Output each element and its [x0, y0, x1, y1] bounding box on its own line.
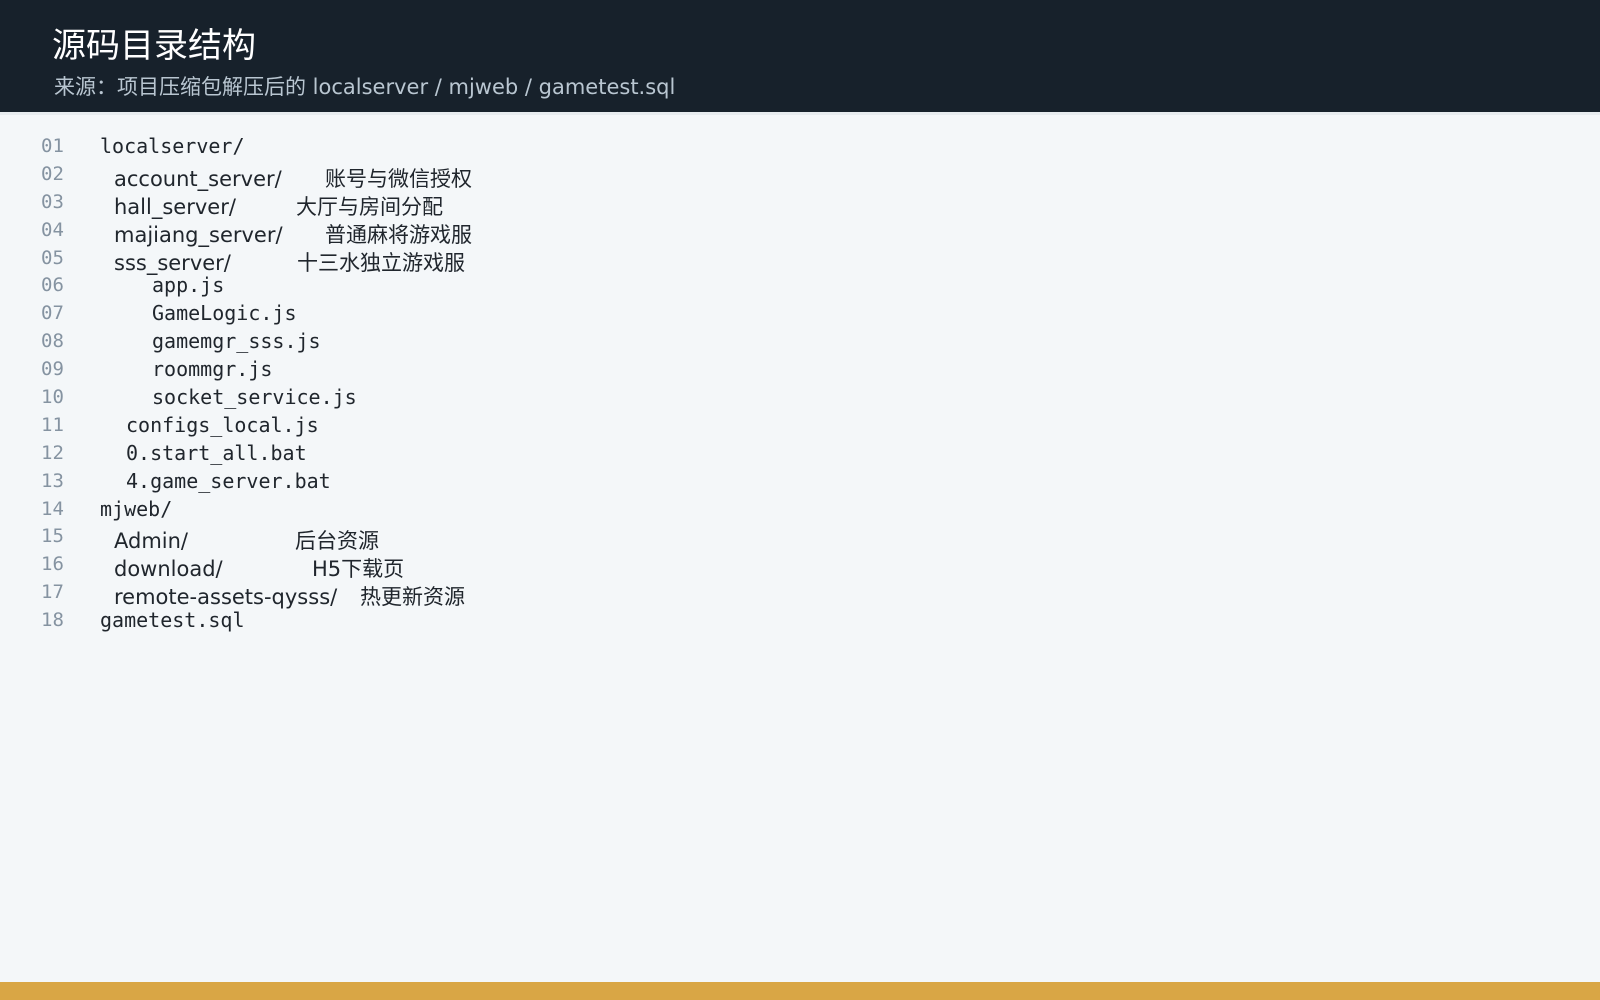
tree-row: 06 app.js	[0, 272, 1600, 300]
tree-row: 05 sss_server/ 十三水独立游戏服	[0, 245, 1600, 275]
page-subtitle: 来源：项目压缩包解压后的 localserver / mjweb / gamet…	[54, 75, 676, 99]
tree-row: 04 majiang_server/ 普通麻将游戏服	[0, 217, 1600, 247]
directory-tree: 01 localserver/ 02 account_server/ 账号与微信…	[0, 133, 1600, 635]
tree-row: 07 GameLogic.js	[0, 300, 1600, 328]
tree-row: 09 roommgr.js	[0, 356, 1600, 384]
tree-row: 08 gamemgr_sss.js	[0, 328, 1600, 356]
line-number: 04	[41, 218, 64, 241]
file-app-js: app.js	[152, 273, 225, 298]
file-roommgr-js: roommgr.js	[152, 357, 273, 382]
header-divider	[0, 112, 1600, 115]
line-number: 06	[41, 274, 64, 297]
page-header: 源码目录结构 来源：项目压缩包解压后的 localserver / mjweb …	[0, 0, 1600, 112]
line-number: 12	[41, 441, 64, 464]
tree-row: 15 Admin/ 后台资源	[0, 523, 1600, 553]
tree-row: 02 account_server/ 账号与微信授权	[0, 161, 1600, 191]
line-number: 09	[41, 358, 64, 381]
file-start-all-bat: 0.start_all.bat	[126, 440, 307, 465]
line-number: 08	[41, 330, 64, 353]
file-configs-local-js: configs_local.js	[126, 412, 319, 437]
file-gamemgr-sss-js: gamemgr_sss.js	[152, 329, 321, 354]
tree-row: 17 remote-assets-qysss/ 热更新资源	[0, 579, 1600, 609]
file-gamelogic-js: GameLogic.js	[152, 301, 297, 326]
line-number: 11	[41, 413, 64, 436]
tree-row: 14 mjweb/	[0, 496, 1600, 524]
tree-row: 18 gametest.sql	[0, 607, 1600, 635]
file-game-server-bat: 4.game_server.bat	[126, 468, 331, 493]
line-number: 01	[41, 135, 64, 157]
accent-footer-bar	[0, 982, 1600, 1000]
line-number: 13	[41, 469, 64, 492]
tree-row: 03 hall_server/ 大厅与房间分配	[0, 189, 1600, 219]
tree-row: 16 download/ H5下载页	[0, 551, 1600, 581]
tree-row: 11 configs_local.js	[0, 412, 1600, 440]
line-number: 10	[41, 386, 64, 409]
tree-row: 12 0.start_all.bat	[0, 440, 1600, 468]
file-gametest-sql: gametest.sql	[100, 608, 245, 633]
line-number: 05	[41, 246, 64, 269]
line-number: 14	[41, 497, 64, 520]
tree-row: 10 socket_service.js	[0, 384, 1600, 412]
line-number: 02	[41, 162, 64, 185]
tree-row: 13 4.game_server.bat	[0, 468, 1600, 496]
folder-mjweb: mjweb/	[100, 496, 173, 521]
line-number: 07	[41, 302, 64, 325]
folder-localserver: localserver/	[100, 134, 245, 158]
line-number: 15	[41, 525, 64, 548]
line-number: 03	[41, 190, 64, 213]
page-title: 源码目录结构	[52, 26, 256, 66]
line-number: 17	[41, 581, 64, 604]
line-number: 16	[41, 553, 64, 576]
file-socket-service-js: socket_service.js	[152, 385, 357, 410]
tree-row: 01 localserver/	[0, 133, 1600, 161]
line-number: 18	[41, 609, 64, 632]
